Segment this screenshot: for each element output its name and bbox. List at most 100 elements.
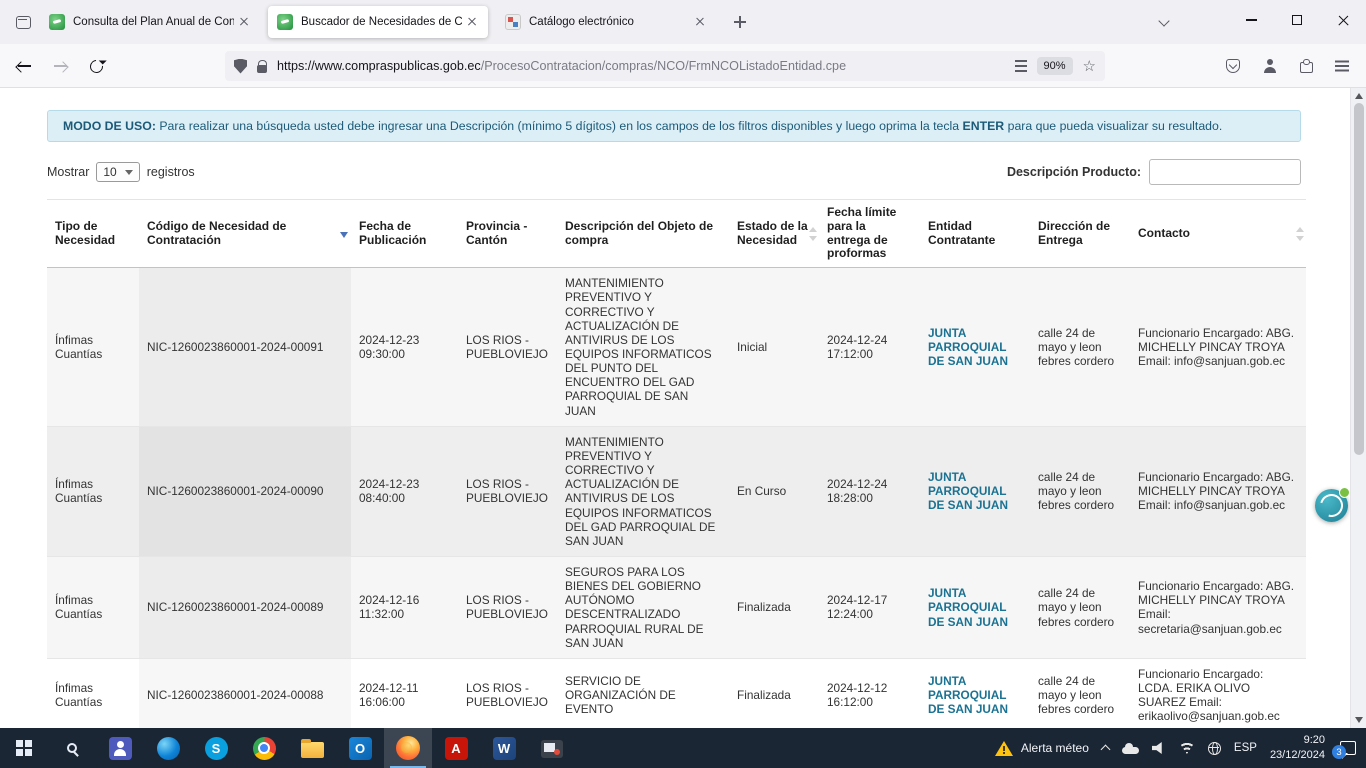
cell-descripcion: SEGUROS PARA LOS BIENES DEL GOBIERNO AUT… bbox=[557, 557, 729, 659]
tab-buscador-necesidades[interactable]: Buscador de Necesidades de Co bbox=[268, 6, 488, 38]
col-contacto[interactable]: Contacto bbox=[1130, 200, 1306, 268]
cell-codigo: NIC-1260023860001-2024-00091 bbox=[139, 268, 351, 427]
col-descripcion-objeto[interactable]: Descripción del Objeto de compra bbox=[557, 200, 729, 268]
weather-alert-button[interactable]: Alerta méteo bbox=[995, 741, 1089, 756]
taskbar-acrobat-button[interactable]: A bbox=[432, 728, 480, 768]
tab-title: Catálogo electrónico bbox=[529, 16, 690, 28]
account-button[interactable] bbox=[1254, 50, 1286, 82]
wifi-icon[interactable] bbox=[1179, 742, 1195, 754]
entidad-link[interactable]: JUNTA PARROQUIAL DE SAN JUAN bbox=[928, 470, 1008, 512]
taskbar-clock[interactable]: 9:20 23/12/2024 bbox=[1270, 733, 1325, 763]
page-length-select[interactable]: 10 bbox=[96, 162, 139, 182]
col-tipo-necesidad[interactable]: Tipo de Necesidad bbox=[47, 200, 139, 268]
window-close-button[interactable] bbox=[1320, 0, 1366, 40]
cell-contacto: Funcionario Encargado: ABG. MICHELLY PIN… bbox=[1130, 426, 1306, 556]
cell-contacto: Funcionario Encargado: ABG. MICHELLY PIN… bbox=[1130, 268, 1306, 427]
cell-descripcion: MANTENIMIENTO PREVENTIVO Y CORRECTIVO Y … bbox=[557, 426, 729, 556]
tab-close-icon[interactable] bbox=[234, 12, 254, 32]
zoom-level-indicator[interactable]: 90% bbox=[1037, 57, 1073, 75]
scroll-up-icon[interactable] bbox=[1355, 93, 1363, 99]
notification-center-icon[interactable]: 3 bbox=[1340, 741, 1356, 755]
chevron-down-icon bbox=[1158, 15, 1169, 26]
col-estado-necesidad[interactable]: Estado de la Necesidad bbox=[729, 200, 819, 268]
taskbar-teams-button[interactable] bbox=[96, 728, 144, 768]
entidad-link[interactable]: JUNTA PARROQUIAL DE SAN JUAN bbox=[928, 586, 1008, 628]
onedrive-cloud-icon[interactable] bbox=[1122, 747, 1139, 754]
taskbar-skype-button[interactable]: S bbox=[192, 728, 240, 768]
taskbar-word-button[interactable]: W bbox=[480, 728, 528, 768]
col-direccion-entrega[interactable]: Dirección de Entrega bbox=[1030, 200, 1130, 268]
page-length-control: Mostrar 10 registros bbox=[47, 162, 195, 182]
volume-icon[interactable] bbox=[1152, 742, 1166, 754]
skype-icon: S bbox=[205, 737, 228, 760]
length-prefix-label: Mostrar bbox=[47, 165, 89, 179]
product-filter-label: Descripción Producto: bbox=[1007, 165, 1141, 179]
cell-fecha-publicacion: 2024-12-23 09:30:00 bbox=[351, 268, 458, 427]
col-fecha-publicacion[interactable]: Fecha de Publicación bbox=[351, 200, 458, 268]
clock-time: 9:20 bbox=[1270, 733, 1325, 748]
cell-provincia: LOS RIOS - PUEBLOVIEJO bbox=[458, 557, 557, 659]
scrollbar-thumb[interactable] bbox=[1354, 103, 1364, 455]
plus-icon bbox=[734, 16, 746, 28]
tray-chevron-up-icon[interactable] bbox=[1100, 745, 1110, 755]
entidad-link[interactable]: JUNTA PARROQUIAL DE SAN JUAN bbox=[928, 674, 1008, 716]
tab-plan-anual[interactable]: Consulta del Plan Anual de Con bbox=[40, 6, 260, 38]
cell-fecha-limite: 2024-12-24 18:28:00 bbox=[819, 426, 920, 556]
accessibility-widget-button[interactable] bbox=[1315, 489, 1348, 522]
cell-estado: En Curso bbox=[729, 426, 819, 556]
tab-catalogo[interactable]: Catálogo electrónico bbox=[496, 6, 716, 38]
window-maximize-button[interactable] bbox=[1274, 0, 1320, 40]
taskbar-firefox-button[interactable] bbox=[384, 728, 432, 768]
bookmark-star-icon[interactable]: ☆ bbox=[1083, 59, 1096, 74]
taskbar-edge-button[interactable] bbox=[144, 728, 192, 768]
system-tray: Alerta méteo ESP 9:20 23/12/2024 3 bbox=[995, 728, 1366, 768]
hamburger-menu-icon bbox=[1335, 65, 1349, 67]
cell-tipo-necesidad: Ínfimas Cuantías bbox=[47, 557, 139, 659]
start-button[interactable] bbox=[0, 728, 48, 768]
file-explorer-icon bbox=[301, 742, 324, 758]
pocket-button[interactable] bbox=[1217, 50, 1249, 82]
reader-mode-icon[interactable] bbox=[1015, 60, 1027, 72]
back-button[interactable] bbox=[8, 50, 40, 82]
col-provincia-canton[interactable]: Provincia - Cantón bbox=[458, 200, 557, 268]
vertical-scrollbar[interactable] bbox=[1350, 88, 1366, 728]
address-bar[interactable]: https://www.compraspublicas.gob.ec/Proce… bbox=[225, 51, 1105, 81]
cell-descripcion: MANTENIMIENTO PREVENTIVO Y CORRECTIVO Y … bbox=[557, 268, 729, 427]
cell-direccion: calle 24 de mayo y leon febres cordero bbox=[1030, 268, 1130, 427]
col-entidad-contratante[interactable]: Entidad Contratante bbox=[920, 200, 1030, 268]
taskbar-search-button[interactable] bbox=[48, 728, 96, 768]
firefox-view-button[interactable] bbox=[10, 10, 36, 34]
warning-triangle-icon bbox=[995, 741, 1013, 756]
banner-bold-label: MODO DE USO: bbox=[63, 119, 156, 133]
new-tab-button[interactable] bbox=[726, 8, 754, 36]
sort-both-icon bbox=[1296, 226, 1305, 242]
forward-button[interactable] bbox=[44, 50, 76, 82]
tab-close-icon[interactable] bbox=[462, 12, 482, 32]
tracking-protection-shield-icon[interactable] bbox=[234, 59, 247, 74]
reload-button[interactable] bbox=[80, 50, 112, 82]
catalog-favicon bbox=[505, 14, 521, 30]
language-indicator[interactable]: ESP bbox=[1234, 742, 1257, 754]
window-minimize-button[interactable] bbox=[1228, 0, 1274, 40]
product-description-input[interactable] bbox=[1149, 159, 1301, 185]
app-menu-button[interactable] bbox=[1326, 50, 1358, 82]
col-fecha-limite[interactable]: Fecha límite para la entrega de proforma… bbox=[819, 200, 920, 268]
taskbar-chrome-button[interactable] bbox=[240, 728, 288, 768]
soce-favicon bbox=[49, 14, 65, 30]
table-row: Ínfimas Cuantías NIC-1260023860001-2024-… bbox=[47, 557, 1306, 659]
extensions-button[interactable] bbox=[1290, 50, 1322, 82]
scroll-down-icon[interactable] bbox=[1355, 717, 1363, 723]
col-codigo[interactable]: Código de Necesidad de Contratación bbox=[139, 200, 351, 268]
taskbar-file-explorer-button[interactable] bbox=[288, 728, 336, 768]
taskbar-capture-tool-button[interactable] bbox=[528, 728, 576, 768]
select-arrow-icon bbox=[125, 170, 133, 175]
sort-both-icon bbox=[809, 226, 818, 242]
globe-network-icon[interactable] bbox=[1208, 742, 1221, 755]
entidad-link[interactable]: JUNTA PARROQUIAL DE SAN JUAN bbox=[928, 326, 1008, 368]
taskbar-outlook-button[interactable]: O bbox=[336, 728, 384, 768]
tab-close-icon[interactable] bbox=[690, 12, 710, 32]
cell-entidad: JUNTA PARROQUIAL DE SAN JUAN bbox=[920, 268, 1030, 427]
list-all-tabs-button[interactable] bbox=[1150, 10, 1178, 34]
minimize-icon bbox=[1246, 19, 1257, 21]
lock-icon[interactable] bbox=[257, 65, 267, 73]
